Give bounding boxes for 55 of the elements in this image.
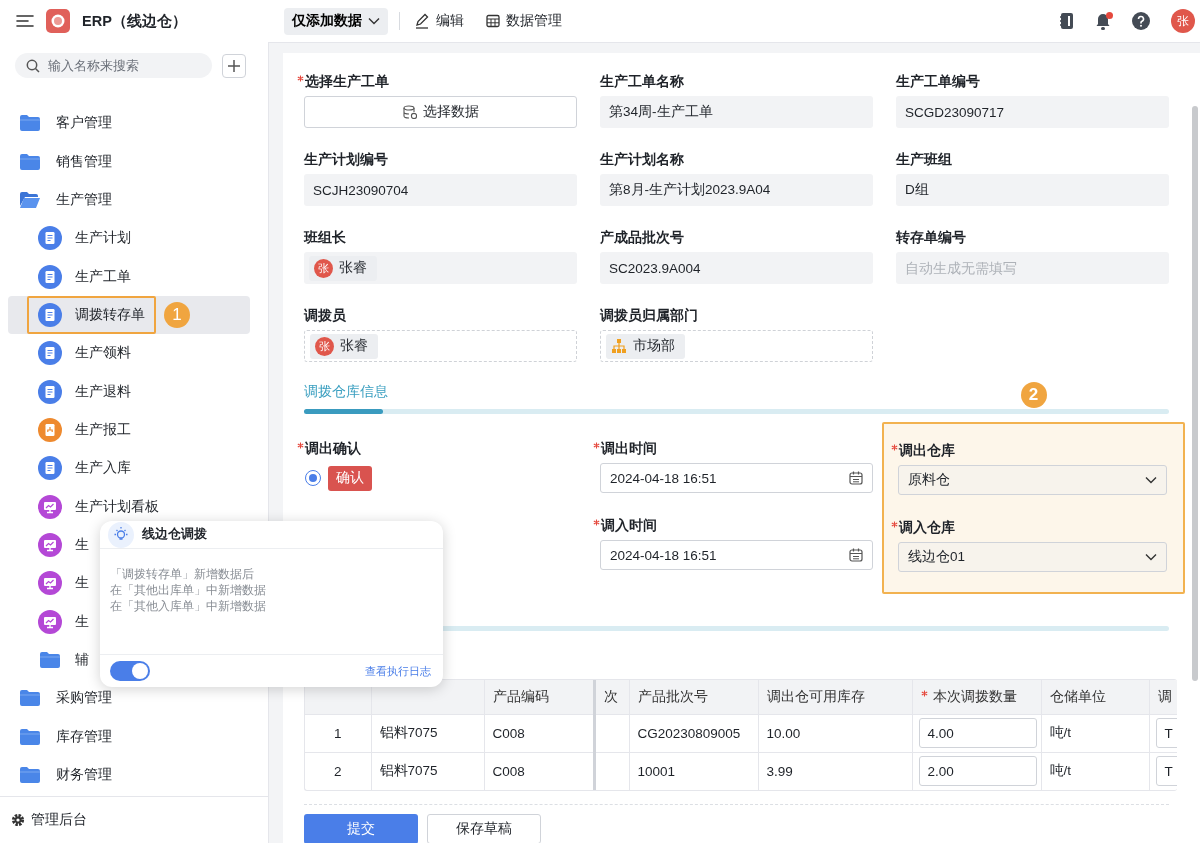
table-cell: 2 [305,752,371,790]
description-text: 在「其他出库单」中新增数据 [110,582,267,598]
table-cell: 10001 [629,752,758,790]
readonly-field: SCGD23090717 [896,96,1169,128]
user-name: 张睿 [340,337,368,355]
readonly-field: D组 [896,174,1169,206]
column-header: 次 [594,680,629,714]
table-cell: C008 [484,752,594,790]
field-label: 生产班组 [896,151,953,169]
user-name: 张睿 [339,259,367,277]
field-label: 调入时间 [593,516,873,536]
table-cell: 吨/t [1041,714,1149,752]
table-cell: C008 [484,714,594,752]
field-label: 调出确认 [297,439,577,459]
table-cell: 吨/t [1041,752,1149,790]
description-text: 在「其他入库单」中新增数据 [110,598,267,614]
table-cell: 3.99 [758,752,912,790]
field-label: 调拨员 [304,307,347,325]
readonly-field: 第34周-生产工单 [600,96,873,128]
description-text: 「调拨转存单」新增数据后 [110,566,255,582]
table-cell: 铝料7075 [371,752,484,790]
field-label: 调出仓库 [891,441,1167,461]
app-title: ERP（线边仓） [82,11,187,31]
column-header: 调 [1149,680,1177,714]
avatar: 张 [314,258,333,278]
field-label: 生产计划编号 [304,151,389,169]
table-cell: 1 [305,714,371,752]
field-label: 生产计划名称 [600,151,685,169]
readonly-field: SCJH23090704 [304,174,577,206]
table-cell: 10.00 [758,714,912,752]
field-label: 调出时间 [593,439,873,459]
annotation-badge: 1 [164,301,190,328]
annotation-badge: 2 [1020,382,1047,408]
popup-title: 线边仓调拨 [142,526,207,543]
table-cell: 铝料7075 [371,714,484,752]
column-header: 本次调拨数量 [912,680,1041,714]
field-label: 调拨员归属部门 [600,307,699,325]
column-header: 调出仓可用库存 [758,680,912,714]
field-label: 班组长 [304,229,347,247]
readonly-field: 第8月-生产计划2023.9A04 [600,174,873,206]
field-label: 生产工单编号 [896,73,981,91]
avatar: 张 [315,336,334,356]
column-header: 仓储单位 [1041,680,1149,714]
column-header: 产品批次号 [629,680,758,714]
table-cell: CG20230809005 [629,714,758,752]
status-tag: 确认 [328,465,372,491]
column-header: 产品编码 [484,680,594,714]
field-label: 生产工单名称 [600,73,685,91]
department-name: 市场部 [633,337,675,355]
field-label: 调入仓库 [891,518,1167,538]
field-label: 转存单编号 [896,229,967,247]
field-label: 选择生产工单 [297,72,577,92]
highlight-frame: 调拨转存单 [27,295,156,334]
readonly-field: SC2023.9A004 [600,252,873,284]
field-label: 产成品批次号 [600,229,685,247]
